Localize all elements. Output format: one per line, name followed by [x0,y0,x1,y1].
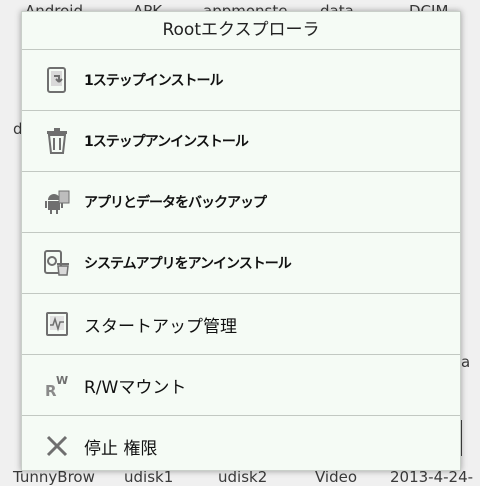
menu-item-startup[interactable]: スタートアップ管理 [22,294,460,355]
menu-item-label: アプリとデータをバックアップ [84,195,267,211]
menu-item-label: スタートアップ管理 [84,316,237,337]
menu-item-label: 停止 権限 [84,438,158,459]
menu-item-rw-mount[interactable]: R W R/Wマウント [22,355,460,416]
dialog-title: Rootエクスプローラ [22,12,460,50]
trash-icon [44,128,70,154]
startup-monitor-icon [44,311,70,337]
menu-item-uninstall[interactable]: 1ステップアンインストール [22,111,460,172]
menu-item-install[interactable]: 1ステップインストール [22,50,460,111]
menu-item-stop[interactable]: 停止 権限 [22,416,460,470]
menu-item-backup[interactable]: アプリとデータをバックアップ [22,172,460,233]
rw-mount-icon: R W [44,372,70,398]
menu-item-label: R/Wマウント [84,377,187,398]
menu-item-label: システムアプリをアンインストール [84,256,292,272]
root-explorer-dialog: Rootエクスプローラ 1ステップインストール 1ステップアンインストール アプ… [21,11,461,471]
file-label[interactable]: a [461,353,470,371]
android-backup-icon [44,189,70,215]
stop-icon [44,433,70,459]
svg-text:W: W [56,374,68,387]
system-app-uninstall-icon [44,250,70,276]
menu-item-system-uninstall[interactable]: システムアプリをアンインストール [22,233,460,294]
menu-item-label: 1ステップインストール [84,73,223,89]
menu-item-label: 1ステップアンインストール [84,134,249,150]
install-icon [44,67,70,93]
